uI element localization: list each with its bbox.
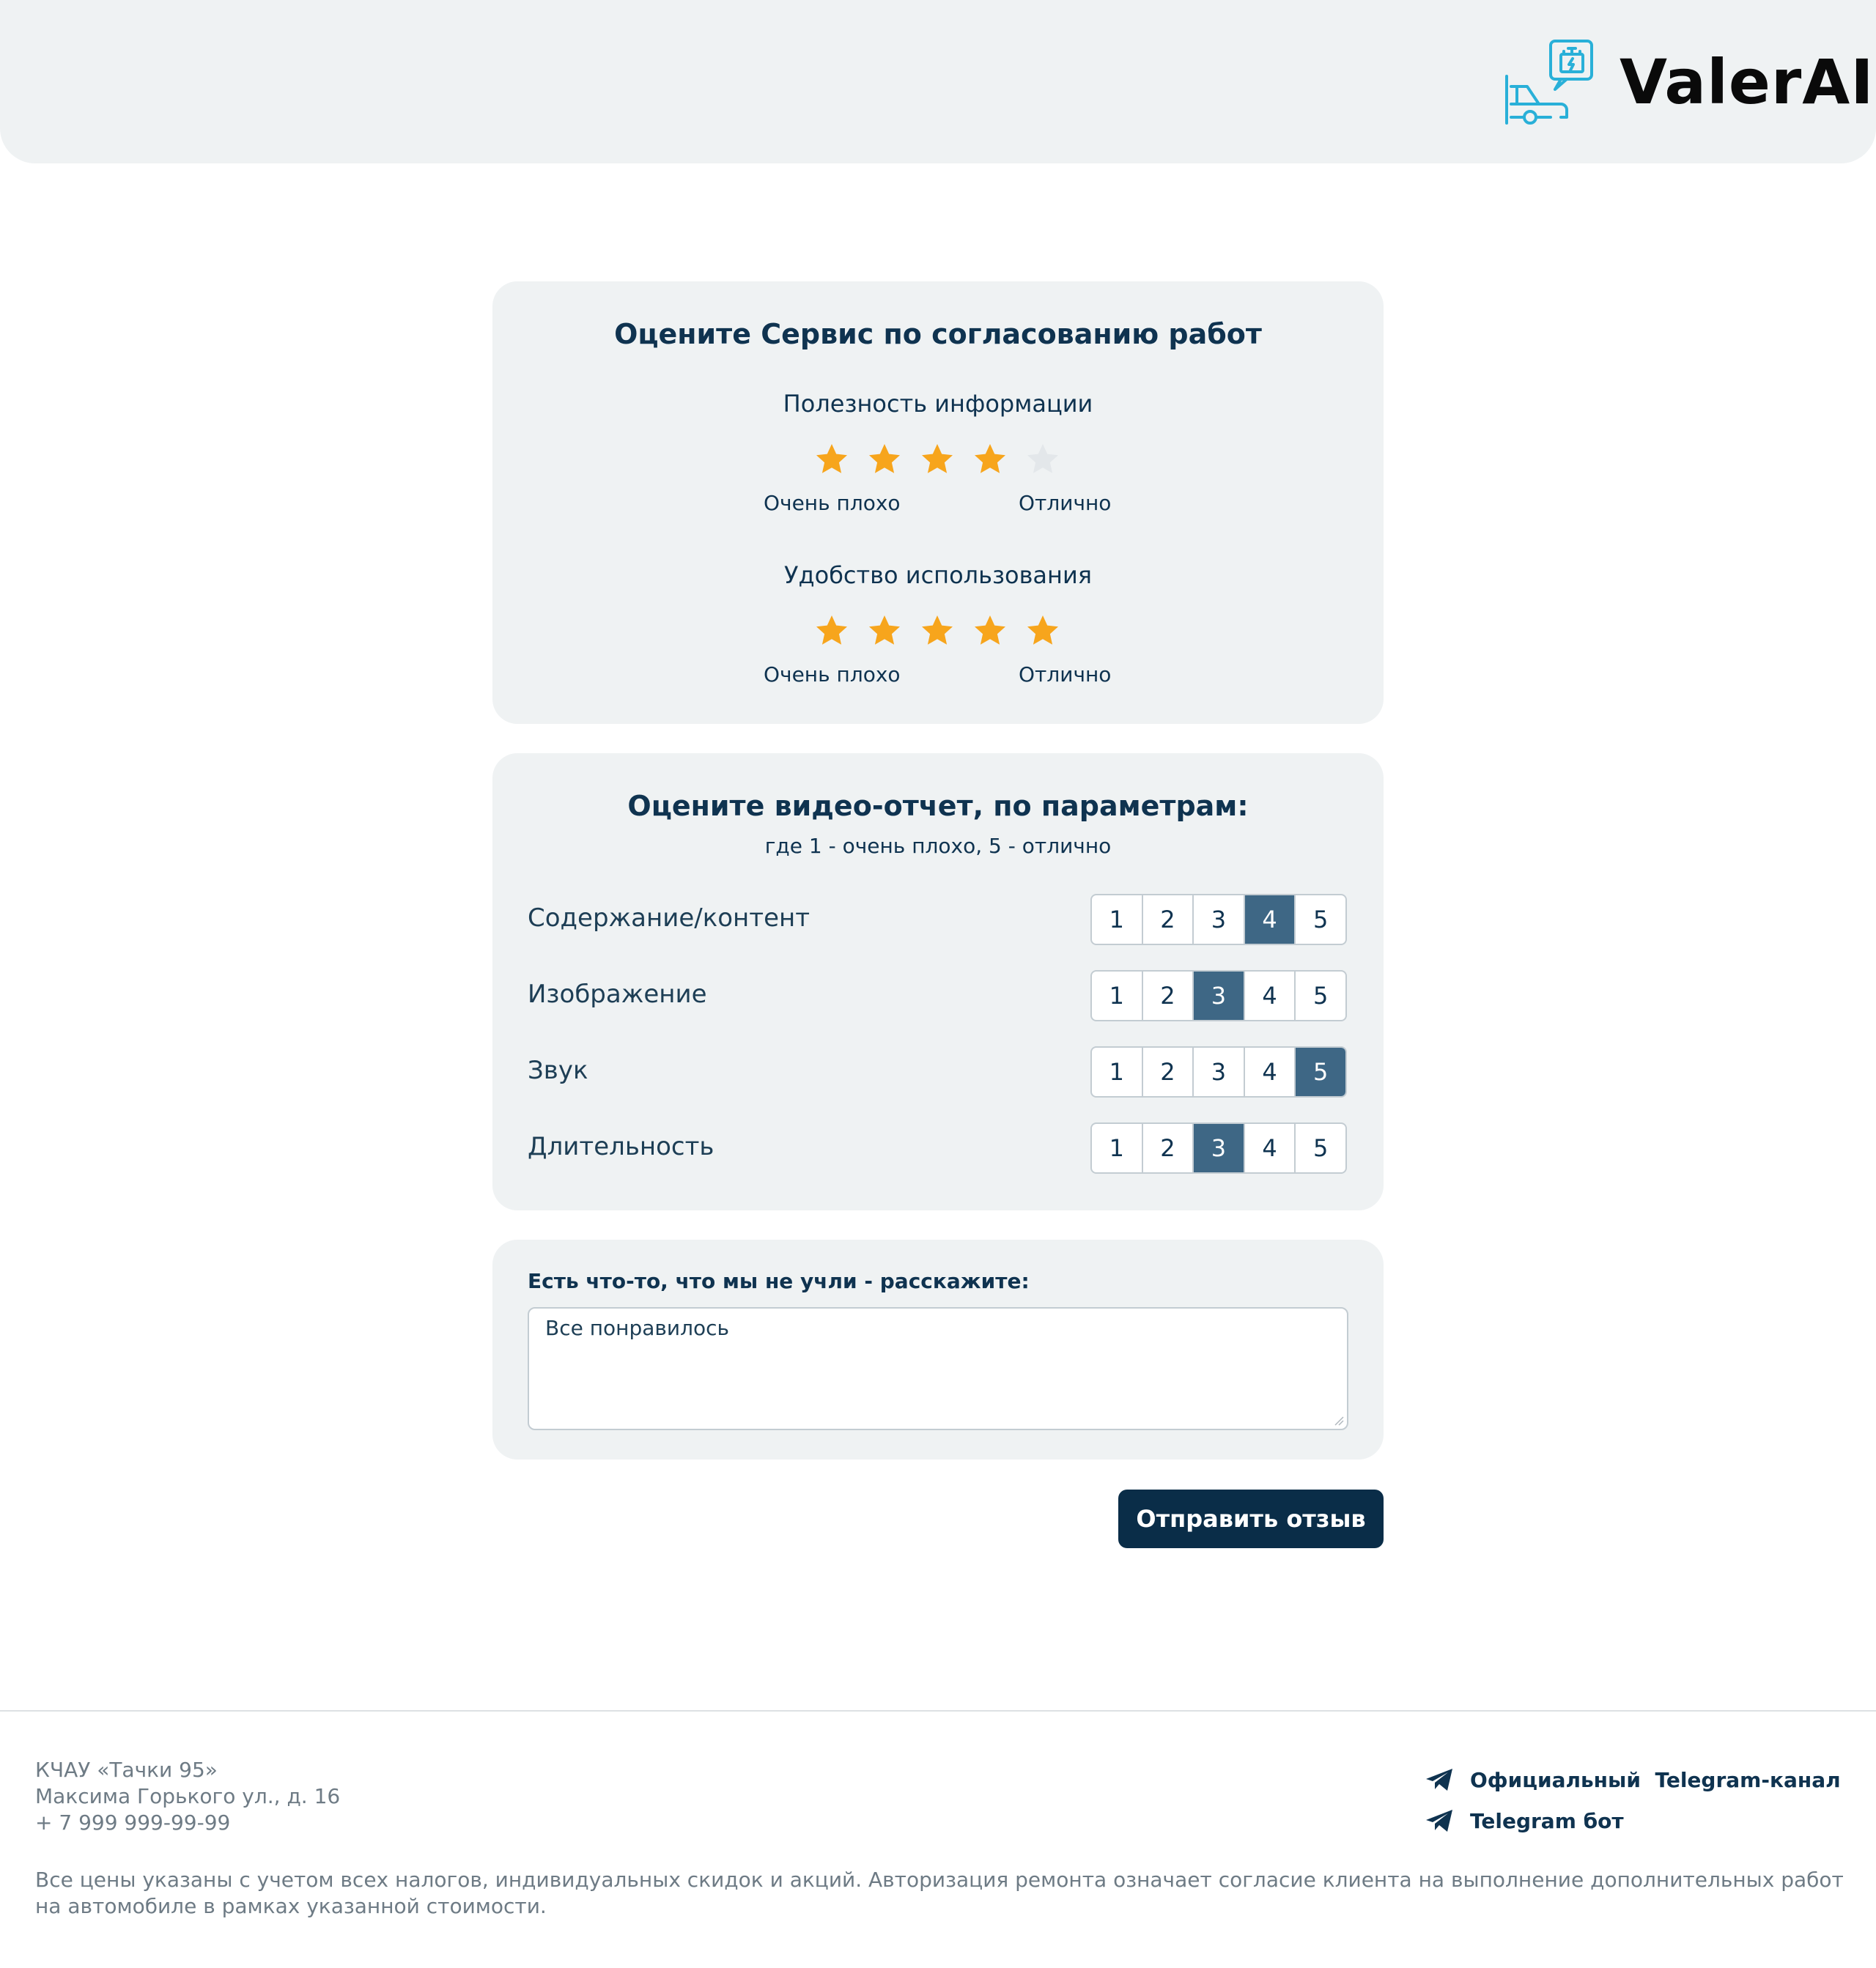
footer-phone[interactable]: + 7 999 999-99-99 xyxy=(35,1810,230,1836)
star-icon[interactable] xyxy=(815,614,849,648)
star-icon[interactable] xyxy=(1026,614,1060,648)
star-icon[interactable] xyxy=(815,443,849,476)
car-service-logo-icon xyxy=(1505,40,1593,125)
rating-option-3[interactable]: 3 xyxy=(1194,1124,1245,1172)
telegram-channel-label: Официальный Telegram-канал xyxy=(1470,1767,1841,1792)
star-icon[interactable] xyxy=(868,614,901,648)
rating-option-5[interactable]: 5 xyxy=(1296,972,1345,1020)
submit-review-button[interactable]: Отправить отзыв xyxy=(1118,1490,1384,1548)
service-card-title: Оцените Сервис по согласованию работ xyxy=(614,318,1262,350)
star-icon[interactable] xyxy=(1026,443,1060,476)
rating-option-1[interactable]: 1 xyxy=(1092,972,1143,1020)
rating-segment-group: 12345 xyxy=(1090,1046,1347,1098)
footer-disclaimer: Все цены указаны с учетом всех налогов, … xyxy=(35,1868,1844,1918)
rating-option-3[interactable]: 3 xyxy=(1194,972,1245,1020)
rating-option-3[interactable]: 3 xyxy=(1194,895,1245,944)
rating-segment-group: 12345 xyxy=(1090,1122,1347,1174)
rating-option-4[interactable]: 4 xyxy=(1245,972,1296,1020)
telegram-bot-link[interactable]: Telegram бот xyxy=(1425,1808,1624,1833)
star-rating xyxy=(492,443,1384,479)
rating-option-5[interactable]: 5 xyxy=(1296,1048,1345,1096)
star-icon[interactable] xyxy=(973,443,1007,476)
rating-segment-group: 12345 xyxy=(1090,970,1347,1021)
parameter-label: Содержание/контент xyxy=(528,903,810,933)
question-label: Полезность информации xyxy=(783,390,1093,418)
star-rating xyxy=(492,614,1384,651)
rating-option-5[interactable]: 5 xyxy=(1296,895,1345,944)
footer-address: Максима Горького ул., д. 16 xyxy=(35,1784,341,1808)
telegram-channel-link[interactable]: Официальный Telegram-канал xyxy=(1425,1767,1841,1792)
footer-divider xyxy=(0,1710,1876,1712)
video-rating-card: Оцените видео-отчет, по параметрам: где … xyxy=(492,753,1384,1210)
service-rating-card: Оцените Сервис по согласованию работ Пол… xyxy=(492,281,1384,724)
rating-option-4[interactable]: 4 xyxy=(1245,1048,1296,1096)
rating-segment-group: 12345 xyxy=(1090,894,1347,945)
resize-handle-icon[interactable] xyxy=(1334,1416,1344,1426)
scale-low-label: Очень плохо xyxy=(764,662,901,687)
rating-option-2[interactable]: 2 xyxy=(1143,972,1194,1020)
star-icon[interactable] xyxy=(920,443,954,476)
telegram-icon xyxy=(1426,1769,1452,1791)
video-card-subtitle: где 1 - очень плохо, 5 - отлично xyxy=(764,834,1112,858)
rating-option-2[interactable]: 2 xyxy=(1143,1124,1194,1172)
scale-high-label: Отлично xyxy=(1019,491,1112,515)
question-label: Удобство использования xyxy=(783,561,1092,589)
rating-option-2[interactable]: 2 xyxy=(1143,1048,1194,1096)
comment-text: Все понравилось xyxy=(545,1316,730,1340)
comment-label: Есть что-то, что мы не учли - расскажите… xyxy=(528,1269,1030,1293)
header: ValerAI xyxy=(0,0,1876,163)
rating-option-3[interactable]: 3 xyxy=(1194,1048,1245,1096)
comment-textarea[interactable]: Все понравилось xyxy=(528,1307,1348,1430)
parameter-label: Звук xyxy=(528,1056,588,1085)
comment-card: Есть что-то, что мы не учли - расскажите… xyxy=(492,1240,1384,1460)
parameter-label: Длительность xyxy=(528,1132,714,1161)
star-icon[interactable] xyxy=(920,614,954,648)
rating-option-1[interactable]: 1 xyxy=(1092,895,1143,944)
star-icon[interactable] xyxy=(868,443,901,476)
star-icon[interactable] xyxy=(973,614,1007,648)
footer-company: КЧАУ «Тачки 95» xyxy=(35,1758,218,1782)
rating-option-2[interactable]: 2 xyxy=(1143,895,1194,944)
video-card-title: Оцените видео-отчет, по параметрам: xyxy=(627,790,1249,822)
telegram-bot-label: Telegram бот xyxy=(1470,1808,1624,1833)
scale-high-label: Отлично xyxy=(1019,662,1112,687)
rating-option-5[interactable]: 5 xyxy=(1296,1124,1345,1172)
rating-option-4[interactable]: 4 xyxy=(1245,1124,1296,1172)
rating-option-4[interactable]: 4 xyxy=(1244,895,1296,944)
scale-low-label: Очень плохо xyxy=(764,491,901,515)
telegram-icon xyxy=(1426,1810,1452,1832)
rating-option-1[interactable]: 1 xyxy=(1092,1048,1143,1096)
parameter-label: Изображение xyxy=(528,980,707,1009)
brand-name[interactable]: ValerAI xyxy=(1620,45,1875,119)
rating-option-1[interactable]: 1 xyxy=(1092,1124,1143,1172)
